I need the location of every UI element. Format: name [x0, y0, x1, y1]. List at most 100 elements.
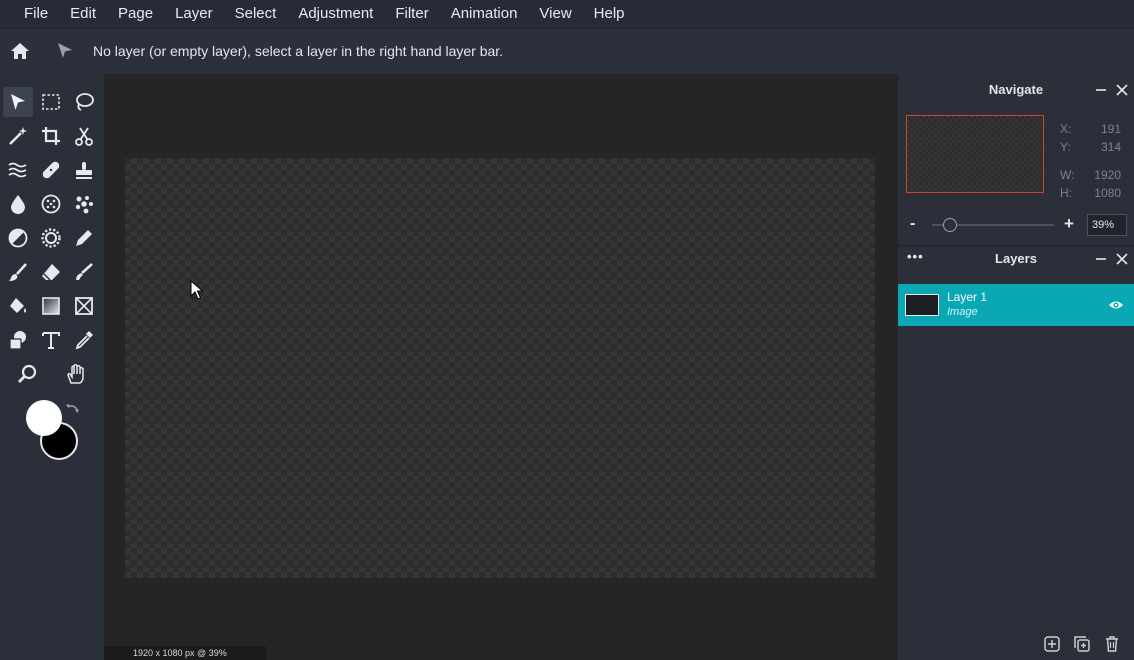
- eraser-icon: [42, 264, 60, 281]
- move-pointer-icon: [11, 94, 25, 110]
- bloat-tool-button[interactable]: [69, 189, 99, 219]
- move-arrow-icon: [58, 43, 72, 58]
- eraser-tool-button[interactable]: [36, 257, 66, 287]
- canvas-status: 1920 x 1080 px @ 39%: [104, 646, 266, 660]
- layers-minimize-icon[interactable]: [1094, 252, 1108, 266]
- navigate-close-icon[interactable]: [1115, 83, 1129, 97]
- h-value: 1080: [1094, 186, 1121, 200]
- hand-icon: [67, 364, 84, 384]
- crop-icon: [42, 127, 60, 145]
- shape-x-icon: [75, 297, 93, 315]
- eyedropper-icon: [75, 331, 93, 350]
- zoom-tool-button[interactable]: [12, 359, 42, 389]
- menu-page[interactable]: Page: [107, 0, 164, 28]
- liquify-tool-button[interactable]: [3, 155, 33, 185]
- smudge-tool-button[interactable]: [69, 257, 99, 287]
- menu-select[interactable]: Select: [224, 0, 288, 28]
- layer-type: Image: [947, 306, 978, 318]
- gradient-icon: [42, 297, 60, 315]
- w-value: 1920: [1094, 168, 1121, 182]
- mouse-cursor-icon: [190, 280, 204, 300]
- hand-tool-button[interactable]: [61, 359, 91, 389]
- zoom-input[interactable]: 39%: [1087, 214, 1127, 236]
- menu-edit[interactable]: Edit: [59, 0, 107, 28]
- options-bar: No layer (or empty layer), select a laye…: [0, 28, 1134, 75]
- magic-wand-icon: [9, 127, 27, 145]
- layer-name: Layer 1: [947, 290, 988, 304]
- shapes-icon: [9, 331, 26, 350]
- delete-layer-icon[interactable]: [1103, 635, 1121, 653]
- waves-icon: [8, 162, 27, 178]
- document-canvas[interactable]: [125, 158, 875, 578]
- zoom-out-button[interactable]: -: [910, 215, 915, 233]
- move-tool-button[interactable]: [3, 87, 33, 117]
- healing-tool-button[interactable]: [36, 155, 66, 185]
- menu-filter[interactable]: Filter: [384, 0, 439, 28]
- crop-tool-button[interactable]: [36, 121, 66, 151]
- marquee-icon: [42, 94, 60, 110]
- navigate-minimize-icon[interactable]: [1094, 83, 1108, 97]
- menu-layer[interactable]: Layer: [164, 0, 224, 28]
- canvas-workarea[interactable]: 1920 x 1080 px @ 39%: [104, 74, 898, 660]
- pencil-tool-button[interactable]: [69, 223, 99, 253]
- layer-thumbnail: [905, 294, 939, 316]
- home-icon[interactable]: [10, 41, 30, 61]
- menu-file[interactable]: File: [0, 0, 59, 28]
- menu-animation[interactable]: Animation: [440, 0, 529, 28]
- menu-view[interactable]: View: [528, 0, 582, 28]
- text-icon: [42, 332, 60, 349]
- gradient-tool-button[interactable]: [36, 291, 66, 321]
- marquee-select-tool-button[interactable]: [36, 87, 66, 117]
- lasso-tool-button[interactable]: [69, 87, 99, 117]
- add-layer-icon[interactable]: [1043, 635, 1061, 653]
- dodge-burn-tool-button[interactable]: [3, 223, 33, 253]
- dodge-icon: [8, 228, 28, 248]
- shape-fill-tool-button[interactable]: [3, 325, 33, 355]
- brush-icon: [9, 263, 27, 281]
- y-label: Y:: [1060, 140, 1071, 154]
- navigate-preview[interactable]: [906, 115, 1044, 193]
- shape-tool-button[interactable]: [69, 291, 99, 321]
- foreground-color-swatch[interactable]: [26, 400, 62, 436]
- gear-icon: [41, 228, 61, 248]
- menu-bar: File Edit Page Layer Select Adjustment F…: [0, 0, 1134, 28]
- clone-stamp-tool-button[interactable]: [69, 155, 99, 185]
- smudge-icon: [76, 263, 93, 280]
- layers-footer: [898, 630, 1134, 660]
- stamp-icon: [76, 162, 92, 179]
- sponge-tool-button[interactable]: [36, 189, 66, 219]
- eyedropper-tool-button[interactable]: [69, 325, 99, 355]
- visibility-eye-icon[interactable]: [1108, 297, 1124, 313]
- menu-help[interactable]: Help: [583, 0, 636, 28]
- right-panel: Navigate X: 191 Y: 314 W: 1920 H: 1080 -…: [898, 74, 1134, 660]
- zoom-slider-thumb[interactable]: [943, 218, 958, 232]
- text-tool-button[interactable]: [36, 325, 66, 355]
- options-message: No layer (or empty layer), select a laye…: [93, 43, 504, 59]
- duplicate-layer-icon[interactable]: [1073, 635, 1091, 653]
- paint-bucket-icon: [10, 298, 26, 313]
- sponge-icon: [41, 194, 61, 214]
- brush-tool-button[interactable]: [3, 257, 33, 287]
- toolbox: [0, 74, 104, 660]
- x-label: X:: [1060, 122, 1072, 136]
- swap-colors-icon[interactable]: [64, 402, 80, 418]
- menu-adjustment[interactable]: Adjustment: [287, 0, 384, 28]
- cut-tool-button[interactable]: [69, 121, 99, 151]
- magic-wand-tool-button[interactable]: [3, 121, 33, 151]
- drop-icon: [11, 195, 25, 214]
- blur-tool-button[interactable]: [3, 189, 33, 219]
- layers-close-icon[interactable]: [1115, 252, 1129, 266]
- lasso-icon: [76, 93, 94, 111]
- y-value: 314: [1100, 140, 1121, 154]
- scissors-icon: [75, 127, 93, 146]
- h-label: H:: [1060, 186, 1072, 200]
- dots-cluster-icon: [75, 196, 93, 214]
- layer-row[interactable]: Layer 1 Image: [898, 284, 1134, 326]
- paint-bucket-tool-button[interactable]: [3, 291, 33, 321]
- pencil-icon: [76, 230, 92, 246]
- bandage-icon: [42, 161, 60, 179]
- color-replace-tool-button[interactable]: [36, 223, 66, 253]
- zoom-in-button[interactable]: +: [1064, 214, 1074, 234]
- x-value: 191: [1100, 122, 1121, 136]
- magnifier-icon: [18, 364, 37, 383]
